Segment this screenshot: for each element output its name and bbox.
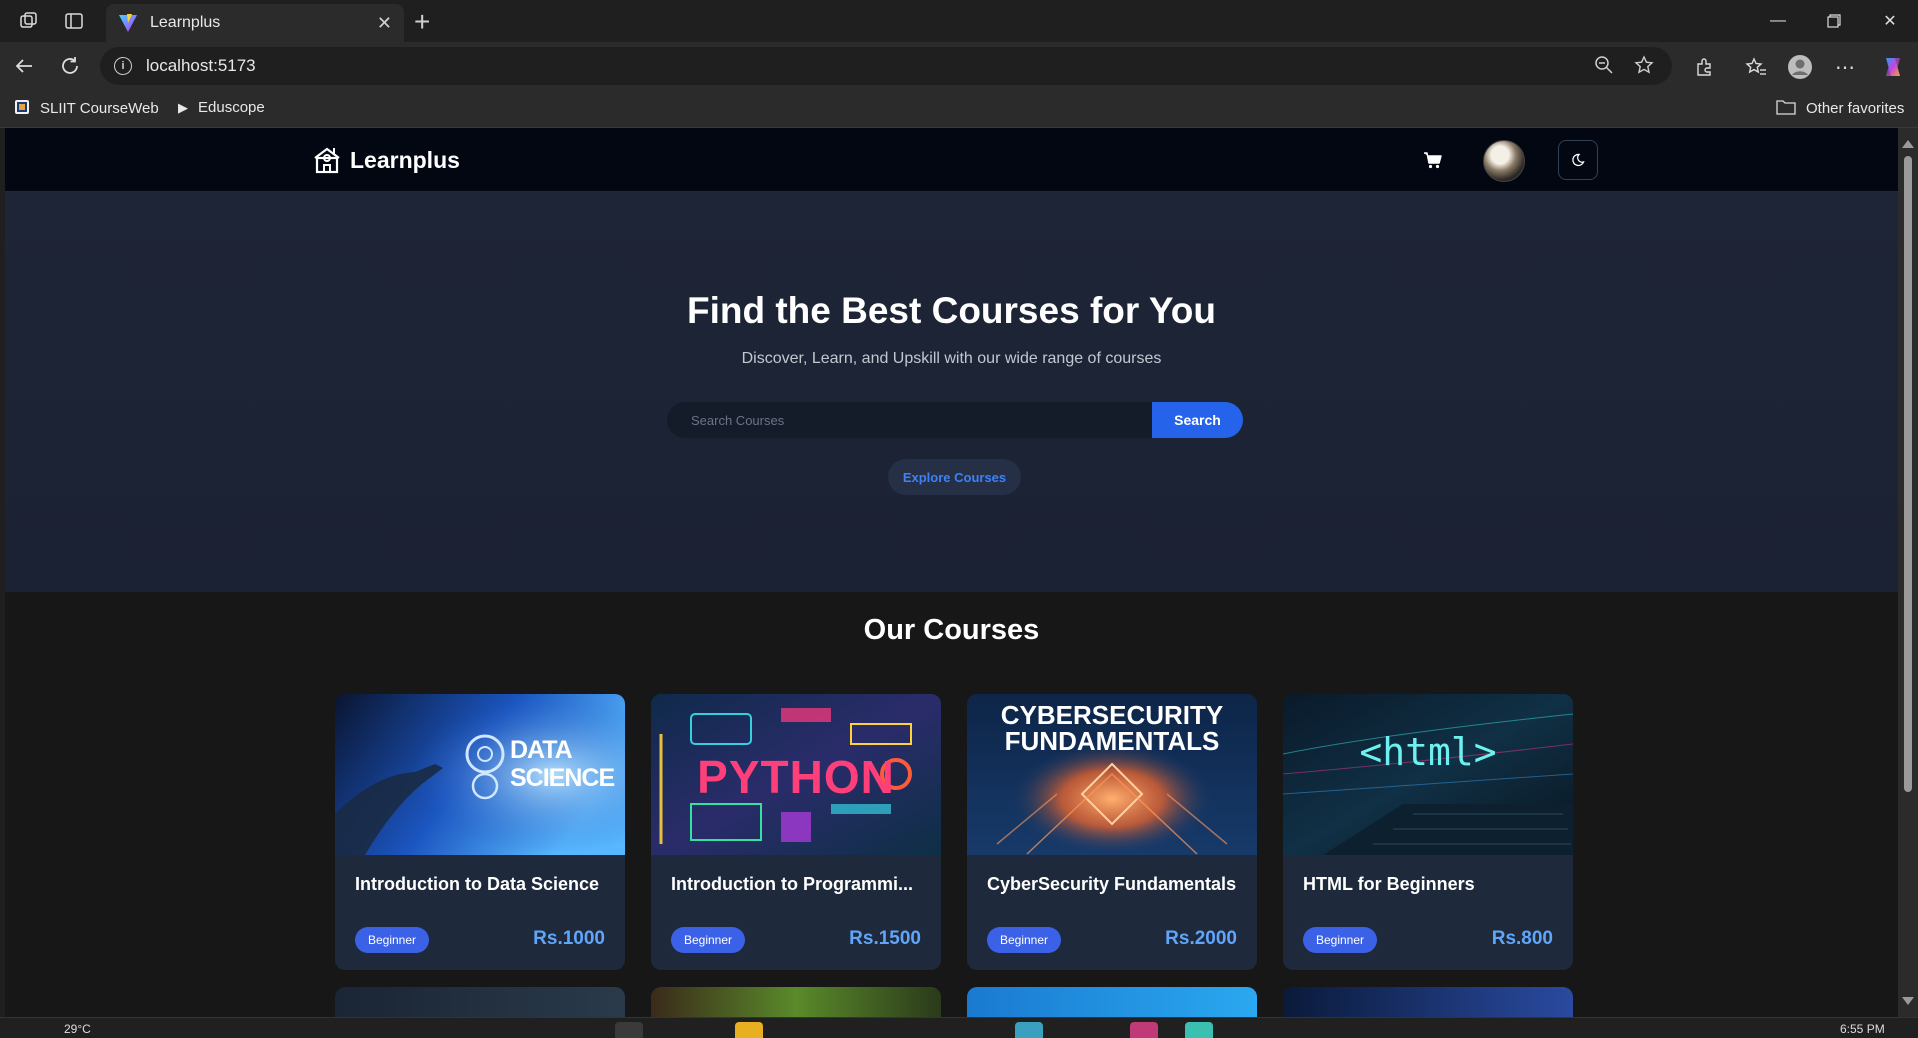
course-card[interactable] xyxy=(651,987,941,1017)
theme-toggle-button[interactable] xyxy=(1558,140,1598,180)
course-price: Rs.1500 xyxy=(849,928,921,949)
course-card[interactable] xyxy=(335,987,625,1017)
browser-tab-learnplus[interactable]: Learnplus ✕ xyxy=(106,4,404,42)
explore-courses-button[interactable]: Explore Courses xyxy=(888,459,1021,495)
taskbar-app-icon[interactable] xyxy=(1130,1022,1158,1038)
extensions-icon[interactable] xyxy=(1689,52,1719,82)
course-title: CyberSecurity Fundamentals xyxy=(987,874,1237,894)
course-title: Introduction to Programmi... xyxy=(671,874,913,894)
brand-name: Learnplus xyxy=(350,146,460,173)
page-viewport: Learnplus Find the Best Courses for You … xyxy=(5,128,1898,1017)
bookmark-label: Eduscope xyxy=(198,99,265,116)
school-logo-icon xyxy=(314,147,340,174)
thumbnail-caption: PYTHON xyxy=(697,751,895,803)
site-navbar: Learnplus xyxy=(5,128,1898,192)
cart-icon[interactable] xyxy=(1423,150,1443,170)
course-card[interactable]: DATA SCIENCE Introduction to Data Scienc… xyxy=(335,694,625,970)
moon-icon xyxy=(1572,153,1585,167)
thumbnail-caption: <html> xyxy=(1359,730,1497,774)
course-card[interactable]: CYBERSECURITY FUNDAMENTALS CyberSecurity… xyxy=(967,694,1257,970)
hero-title: Find the Best Courses for You xyxy=(686,290,1217,331)
course-thumbnail xyxy=(1283,694,1573,855)
course-card[interactable]: <html> HTML for Beginners Beginner Rs.80… xyxy=(1283,694,1573,970)
course-price: Rs.2000 xyxy=(1165,928,1237,949)
brand[interactable]: Learnplus xyxy=(312,145,460,175)
bookmark-label: SLIIT CourseWeb xyxy=(40,100,159,117)
tab-actions-icon[interactable] xyxy=(61,8,87,34)
minimize-icon[interactable]: — xyxy=(1750,6,1806,36)
address-bar[interactable]: i localhost:5173 xyxy=(100,47,1672,85)
user-avatar[interactable] xyxy=(1483,140,1525,182)
browser-toolbar: i localhost:5173 ⋯ xyxy=(0,42,1918,90)
site-info-icon[interactable]: i xyxy=(114,57,132,75)
taskbar-app-icon[interactable] xyxy=(1185,1022,1213,1038)
url-text: localhost:5173 xyxy=(146,56,256,75)
taskbar-app-icon[interactable] xyxy=(615,1022,643,1038)
search-form: Search xyxy=(667,402,1243,438)
vite-favicon-icon xyxy=(119,14,137,32)
level-badge: Beginner xyxy=(671,927,745,953)
level-badge: Beginner xyxy=(987,927,1061,953)
course-card[interactable] xyxy=(1283,987,1573,1017)
hero-subtitle: Discover, Learn, and Upskill with our wi… xyxy=(741,350,1162,367)
other-favorites-label: Other favorites xyxy=(1806,100,1905,117)
course-title: Introduction to Data Science xyxy=(355,874,600,894)
other-favorites[interactable]: Other favorites xyxy=(1776,99,1904,118)
level-badge: Beginner xyxy=(1303,927,1377,953)
profile-icon[interactable] xyxy=(1785,52,1815,82)
weather-temperature[interactable]: 29°C xyxy=(64,1022,91,1036)
course-title: HTML for Beginners xyxy=(1303,874,1475,894)
course-card[interactable] xyxy=(967,987,1257,1017)
new-tab-icon[interactable]: + xyxy=(414,6,430,38)
page-scrollbar[interactable] xyxy=(1898,128,1918,1017)
restore-icon[interactable] xyxy=(1806,6,1862,36)
thumbnail-caption: DATA SCIENCE xyxy=(510,736,615,792)
favorite-star-icon[interactable] xyxy=(1634,55,1654,80)
zoom-icon[interactable] xyxy=(1594,55,1614,80)
close-tab-icon[interactable]: ✕ xyxy=(377,13,392,34)
courses-heading: Our Courses xyxy=(863,614,1040,646)
bookmarks-bar: SLIIT CourseWeb ▶ Eduscope Other favorit… xyxy=(0,90,1918,128)
tab-title: Learnplus xyxy=(150,14,221,31)
course-card[interactable]: PYTHON Introduction to Programmi... Begi… xyxy=(651,694,941,970)
folder-icon xyxy=(1776,99,1796,118)
sliit-logo-icon xyxy=(14,99,30,118)
os-taskbar: 29°C 6:55 PM xyxy=(0,1017,1918,1038)
browser-tab-bar: Learnplus ✕ + — ✕ xyxy=(0,0,1918,42)
back-icon[interactable] xyxy=(10,52,38,80)
copilot-icon[interactable] xyxy=(1878,52,1908,82)
scroll-up-icon[interactable] xyxy=(1902,140,1914,148)
reload-icon[interactable] xyxy=(56,52,84,80)
scroll-down-icon[interactable] xyxy=(1902,997,1914,1005)
workspaces-icon[interactable] xyxy=(16,8,42,34)
search-input[interactable] xyxy=(667,402,1152,438)
bookmark-sliit-courseweb[interactable]: SLIIT CourseWeb xyxy=(14,99,159,118)
level-badge: Beginner xyxy=(355,927,429,953)
course-price: Rs.1000 xyxy=(533,928,605,949)
search-button[interactable]: Search xyxy=(1152,402,1243,438)
scrollbar-thumb[interactable] xyxy=(1904,156,1912,792)
close-window-icon[interactable]: ✕ xyxy=(1862,6,1918,36)
thumbnail-caption: CYBERSECURITY FUNDAMENTALS xyxy=(1000,700,1224,756)
courses-section: Our Courses DATA SCIENCE Introduction to… xyxy=(5,592,1898,1017)
course-price: Rs.800 xyxy=(1491,928,1553,949)
bookmark-folder-eduscope[interactable]: ▶ Eduscope xyxy=(178,99,265,116)
hero-section: Find the Best Courses for You Discover, … xyxy=(5,192,1898,592)
more-options-icon[interactable]: ⋯ xyxy=(1830,52,1860,82)
caret-right-icon: ▶ xyxy=(178,99,188,115)
favorites-icon[interactable] xyxy=(1741,52,1771,82)
clock-time[interactable]: 6:55 PM xyxy=(1840,1022,1885,1036)
taskbar-app-icon[interactable] xyxy=(735,1022,763,1038)
taskbar-app-icon[interactable] xyxy=(1015,1022,1043,1038)
